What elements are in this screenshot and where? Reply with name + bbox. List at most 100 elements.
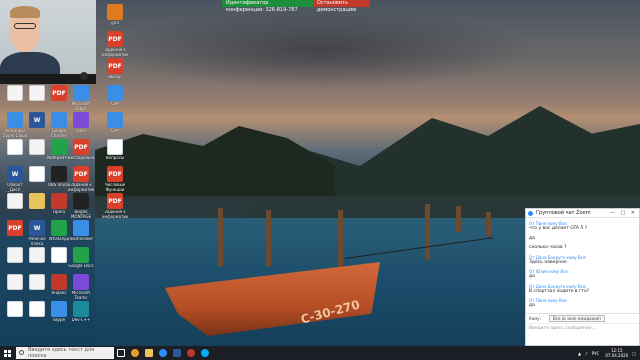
word-icon: W [7, 166, 23, 182]
wooden-post [486, 212, 491, 236]
word-icon: W [29, 220, 45, 236]
zoom-share-banner: Идентификатор конференции: 326-819-787 О… [222, 0, 370, 13]
chat-message: да [529, 236, 636, 242]
taskbar-search[interactable]: Введите здесь текст для поиска [16, 347, 114, 359]
chat-message-text: сколько часов ? [529, 245, 567, 250]
blank-icon [7, 85, 23, 101]
app-icon [51, 112, 67, 128]
volume-icon[interactable]: ♪ [585, 351, 588, 356]
desktop-icon[interactable]: Microsoft Teams [68, 274, 94, 302]
blank-icon [7, 274, 23, 290]
desktop-icon-label: Microsoft Teams [71, 291, 91, 300]
pdf-icon: PDF [107, 58, 123, 74]
doc-icon [7, 301, 23, 317]
app-icon [7, 112, 23, 128]
chat-message: От Юлия кому Все: да [529, 269, 636, 280]
word-taskbar-icon[interactable] [170, 346, 184, 360]
orange-icon [107, 4, 123, 20]
word-icon: W [29, 112, 45, 128]
desktop-icon[interactable]: CPP [102, 85, 128, 113]
chat-message: сколько часов ? [529, 245, 636, 251]
desktop-icon[interactable]: Google Docs [68, 247, 94, 275]
app-icon [73, 220, 89, 236]
chat-message-text: что у вас делает GTA 5 ? [529, 226, 588, 231]
desktop-icon[interactable]: PDFЗадания к информатике [102, 31, 128, 59]
start-button[interactable] [0, 346, 14, 360]
zoom-taskbar-icon[interactable] [156, 346, 170, 360]
chat-messages: От Паня кому Все: что у вас делает GTA 5 … [526, 218, 639, 313]
folder-icon [29, 193, 45, 209]
desktop-icon-label: grid [111, 21, 119, 25]
desktop-icon[interactable]: TeamViewer [68, 220, 94, 248]
blank-icon [29, 274, 45, 290]
app-icon [73, 85, 89, 101]
desktop-icon-label: CPP [111, 129, 119, 133]
wooden-post [266, 210, 271, 266]
search-placeholder: Введите здесь текст для поиска [28, 347, 95, 359]
language-indicator[interactable]: РУС [592, 351, 600, 356]
chat-message-text: Здесь наверное [529, 259, 567, 265]
desktop-icon-label: Видео MONTAGE [70, 210, 92, 219]
desktop-icon[interactable]: PDF Числовые Функции [102, 166, 128, 194]
recipient-label: Кому: [529, 316, 542, 321]
pdf-icon: PDF [7, 220, 23, 236]
desktop-icon[interactable]: PDFЗадания к информатике [102, 193, 128, 221]
task-view-icon[interactable] [114, 346, 128, 360]
clock-date: 07.04.2020 [605, 353, 629, 358]
purple-icon [73, 274, 89, 290]
teal-icon [73, 301, 89, 317]
explorer-taskbar-icon[interactable] [142, 346, 156, 360]
purple-icon [73, 112, 89, 128]
chat-title: Групповой чат Zoom [536, 210, 591, 216]
desktop-icon-label: Задания к информатике [102, 48, 128, 57]
webcam-person-hair [10, 6, 40, 18]
taskbar-clock[interactable]: 12:15 07.04.2020 [605, 348, 628, 358]
wallpaper-mountains-left [95, 126, 335, 198]
green-icon [73, 247, 89, 263]
desktop-icon[interactable]: Видео MONTAGE [68, 193, 94, 221]
chat-message: От Паня кому Все: да [529, 298, 636, 309]
desktop-icon-label: CPP [111, 102, 119, 106]
network-icon[interactable]: ▲ [578, 351, 581, 356]
window-controls[interactable]: — □ ✕ [610, 209, 637, 218]
chat-message-text: В спортзал ходите в гта? [529, 288, 590, 294]
doc-icon [7, 139, 23, 155]
stop-share-button[interactable]: Остановить демонстрацию [312, 0, 370, 13]
pdf-icon: PDF [107, 31, 123, 47]
recipient-select[interactable]: Все (в зале ожидания) [549, 315, 605, 322]
chat-message-text: да [529, 235, 535, 241]
wooden-post [456, 206, 461, 232]
chat-message: От Даня Бондуга кому Все: В спортзал ходи… [529, 284, 636, 295]
desktop-icon[interactable]: grid [102, 4, 128, 32]
desktop-icon[interactable]: CPP [102, 112, 128, 140]
desktop-icon[interactable]: PDF Выбор [102, 58, 128, 86]
desktop-icon-label: Viber [75, 129, 87, 133]
pdf-icon: PDF [73, 166, 89, 182]
wooden-post [338, 210, 343, 268]
wallpaper-clouds [110, 10, 530, 90]
desktop-icon[interactable]: Viber [68, 112, 94, 140]
desktop-icon[interactable]: Dev-C++ [68, 301, 94, 329]
blank-icon [29, 139, 45, 155]
desktop-icon-label: Выбор [108, 75, 122, 79]
skype-taskbar-icon[interactable] [198, 346, 212, 360]
desktop-icon[interactable]: PDFБеспарольный [68, 139, 94, 167]
blank-icon [29, 85, 45, 101]
desktop-icon[interactable]: PDFЗадания к информатике [68, 166, 94, 194]
chat-recipient-row: Кому: Все (в зале ожидания) [526, 313, 639, 323]
desktop-icon[interactable]: Microsoft Edge [68, 85, 94, 113]
doc-icon [107, 139, 123, 155]
dark-icon [51, 166, 67, 182]
wooden-post [425, 204, 430, 260]
chat-message-text: да [529, 303, 535, 308]
notifications-icon[interactable]: □ [632, 351, 636, 356]
chrome-taskbar-icon[interactable] [128, 346, 142, 360]
opera-taskbar-icon[interactable] [184, 346, 198, 360]
desktop-icon-label: Вопросы [105, 156, 125, 160]
blank-icon [7, 193, 23, 209]
doc-icon [29, 301, 45, 317]
red-icon [51, 193, 67, 209]
zoom-logo-icon [528, 211, 533, 216]
chat-message-input[interactable]: Введите здесь сообщение... [526, 323, 639, 343]
desktop-icon[interactable]: Вопросы [102, 139, 128, 167]
